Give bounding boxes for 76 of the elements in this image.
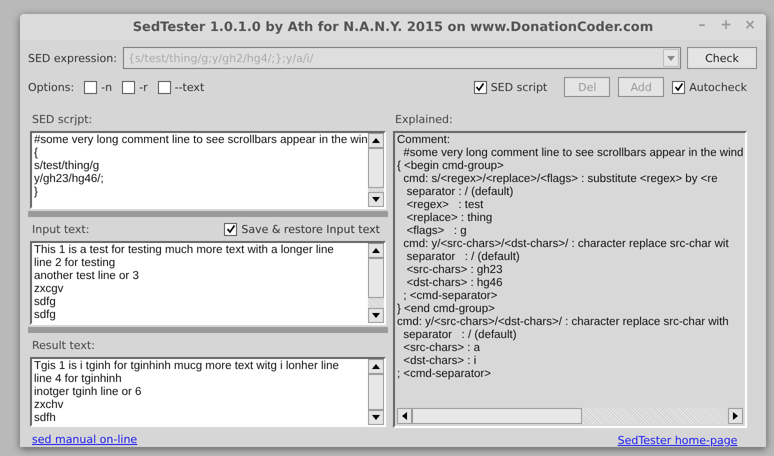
text-line: #some very long comment line to see scrollbars appear in the wind <box>402 147 744 160</box>
text-line: inotger tginh line or 6 <box>34 386 142 399</box>
text-area[interactable]: Tgis 1 is i tginh for tginhinh mucg more text witg i lonher line line 4 for tginhinh inotger tginh line or 6 zxchv sdfh <box>30 357 386 427</box>
text-line: <src-chars> : gh23 <box>406 264 504 277</box>
text-line: separator : / (default) <box>406 251 521 264</box>
scroll-thumb[interactable] <box>368 258 384 298</box>
option-label[interactable]: -n <box>101 80 112 94</box>
checkbox[interactable] <box>158 80 171 94</box>
scroll-down-icon[interactable] <box>368 410 384 425</box>
text-line: { <box>34 147 39 160</box>
text-line: ; <cmd-separator> <box>402 290 498 303</box>
text-line: line 4 for tginhinh <box>34 373 123 386</box>
text-line: line 2 for testing <box>34 257 116 270</box>
checkbox[interactable] <box>122 80 136 94</box>
text-line: <dst-chars> : i <box>402 355 478 368</box>
text-area[interactable]: #some very long comment line to see scrollbars appear in the win { s/test/thing/g y/gh23/hg46/; } <box>30 131 386 209</box>
checkbox[interactable] <box>224 222 238 236</box>
text-area[interactable] <box>393 131 748 428</box>
checkbox-label[interactable]: SED script <box>490 80 548 94</box>
checkbox-label[interactable]: Save & restore Input text <box>241 222 380 236</box>
checkbox[interactable] <box>84 80 98 94</box>
text-line: Tgis 1 is i tginh for tginhinh mucg more text witg i lonher line <box>34 360 340 373</box>
text-line: #some very long comment line to see scrollbars appear in the win <box>34 134 366 147</box>
panel-label: Explained: <box>394 112 454 128</box>
scroll-up-icon[interactable] <box>368 243 384 258</box>
scroll-left-icon[interactable] <box>397 408 412 424</box>
scroll-down-icon[interactable] <box>368 192 384 207</box>
scroll-right-icon[interactable] <box>728 408 744 424</box>
text-line: y/gh23/hg46/; <box>34 173 105 186</box>
text-line: cmd: y/<src-chars>/<dst-chars>/ : character replace src-char with <box>397 316 730 329</box>
text-line: <dst-chars> : hg46 <box>406 277 504 290</box>
panel-label: Input text: <box>31 222 90 238</box>
text-line: sdfh <box>34 412 57 425</box>
scroll-thumb[interactable] <box>412 408 582 424</box>
text-line: This 1 is a test for testing much more text with a longer line <box>34 244 335 257</box>
horizontal-scrollbar[interactable] <box>397 408 744 424</box>
text-line: s/test/thing/g <box>34 160 100 173</box>
checkbox[interactable] <box>474 80 487 94</box>
checkbox[interactable] <box>672 80 686 94</box>
link[interactable]: SedTester home-page <box>614 428 738 447</box>
panel-label: SED scrjpt: <box>31 112 94 128</box>
text-line: <flags> : g <box>406 225 468 238</box>
text-line: ; <cmd-separator> <box>397 368 492 381</box>
scroll-thumb[interactable] <box>368 374 384 410</box>
panel-label: Result text: <box>31 338 96 354</box>
text-line: cmd: s/<regex>/<replace>/<flags> : substitute <regex> by <re <box>402 173 719 186</box>
text-line: <regex> : test <box>406 199 484 212</box>
scroll-up-icon[interactable] <box>368 359 384 374</box>
text-line: cmd: y/<src-chars>/<dst-chars>/ : character replace src-char wit <box>402 238 730 251</box>
text-line: { <begin cmd-group> <box>397 160 505 173</box>
scroll-thumb[interactable] <box>368 148 384 188</box>
text-line: <replace> : thing <box>406 212 494 225</box>
vertical-scrollbar[interactable] <box>368 243 384 323</box>
text-line: zxchv <box>34 399 64 412</box>
text-line: separator : / (default) <box>406 186 514 199</box>
text-line: sdfg <box>34 309 57 322</box>
text-line: another test line or 3 <box>34 270 140 283</box>
vertical-scrollbar[interactable] <box>368 133 384 207</box>
link[interactable]: sed manual on-line <box>28 427 138 446</box>
option-label[interactable]: --text <box>174 80 204 94</box>
text-line: sdfg <box>34 296 57 309</box>
scroll-down-icon[interactable] <box>368 308 384 323</box>
vertical-scrollbar[interactable] <box>368 359 384 425</box>
options-label: Options: <box>28 80 74 94</box>
field-label: SED expression: <box>28 52 117 64</box>
text-line: } <box>34 186 39 199</box>
text-line: separator : / (default) <box>402 329 518 342</box>
window-title: SedTester 1.0.1.0 by Ath for N.A.N.Y. 2015 on www.DonationCoder.com <box>132 20 654 34</box>
text-line: zxcgv <box>34 283 64 296</box>
option-label[interactable]: -r <box>139 80 148 94</box>
text-area[interactable]: This 1 is a test for testing much more text with a longer line line 2 for testing another test line or 3 zxcgv sdfg sdfg <box>30 241 386 325</box>
scroll-up-icon[interactable] <box>368 133 384 148</box>
text-line: Comment: <box>397 134 452 147</box>
text-line: <src-chars> : a <box>402 342 482 355</box>
checkbox-label[interactable]: Autocheck <box>689 80 747 94</box>
text-line: } <end cmd-group> <box>397 303 496 316</box>
